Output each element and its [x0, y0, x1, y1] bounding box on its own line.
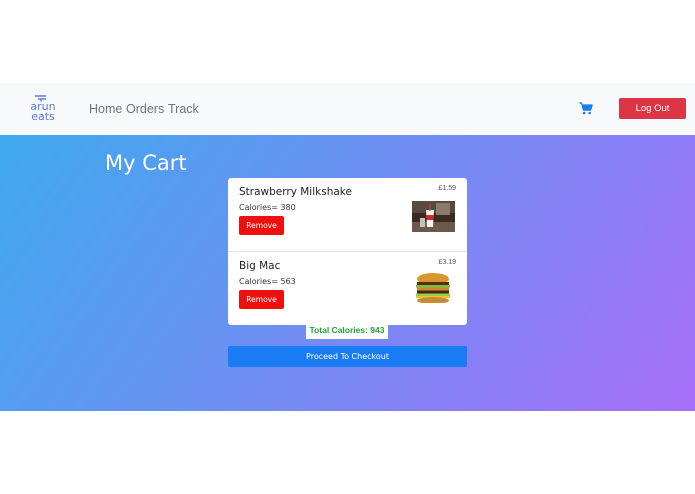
shopping-cart-icon[interactable]	[579, 102, 593, 115]
item-calories: Calories= 563	[239, 277, 296, 286]
proceed-to-checkout-button[interactable]: Proceed To Checkout	[228, 346, 467, 367]
remove-button[interactable]: Remove	[239, 216, 284, 235]
item-price: £3.19	[438, 259, 456, 266]
nav-orders[interactable]: Orders	[126, 102, 164, 116]
nav-home[interactable]: Home	[89, 102, 122, 116]
cart-item: Strawberry Milkshake Calories= 380 £1.59…	[228, 178, 467, 251]
logo-mark-icon	[28, 95, 58, 102]
total-calories: Total Calories: 943	[306, 321, 388, 339]
brand-logo[interactable]: arun eats	[28, 95, 58, 125]
navbar: arun eats Home Orders Track Log Out	[0, 83, 695, 135]
milkshake-image	[412, 201, 455, 232]
nav-track[interactable]: Track	[168, 102, 199, 116]
page-title: My Cart	[105, 151, 187, 175]
cart-item: Big Mac Calories= 563 £3.19 Remove	[228, 251, 467, 324]
item-name: Strawberry Milkshake	[239, 186, 352, 198]
logo-text-line2: eats	[31, 110, 55, 123]
remove-button[interactable]: Remove	[239, 290, 284, 309]
cart-item-list: Strawberry Milkshake Calories= 380 £1.59…	[228, 178, 467, 325]
cart-section: My Cart Strawberry Milkshake Calories= 3…	[0, 135, 695, 411]
item-calories: Calories= 380	[239, 203, 296, 212]
big-mac-image	[412, 272, 455, 303]
item-price: £1.59	[438, 185, 456, 192]
item-name: Big Mac	[239, 260, 281, 272]
logout-button[interactable]: Log Out	[619, 98, 686, 119]
